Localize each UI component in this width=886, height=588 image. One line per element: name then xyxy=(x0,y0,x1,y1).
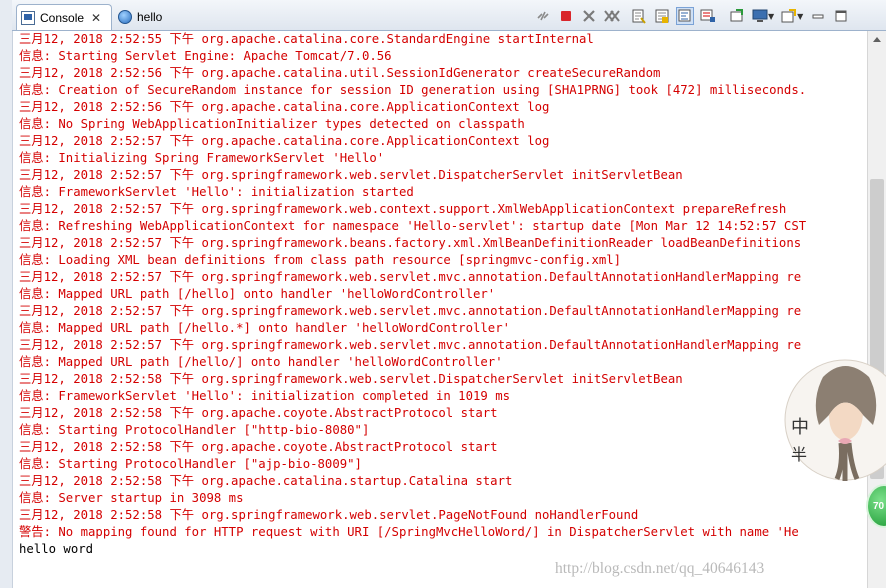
console-line: 三月12, 2018 2:52:58 下午 org.apache.coyote.… xyxy=(19,406,498,420)
console-line: 信息: Starting ProtocolHandler ["ajp-bio-8… xyxy=(19,457,362,471)
console-line: 三月12, 2018 2:52:56 下午 org.apache.catalin… xyxy=(19,66,661,80)
pin-console-icon[interactable] xyxy=(728,7,746,25)
globe-icon xyxy=(118,10,132,24)
console-line: 信息: Mapped URL path [/hello] onto handle… xyxy=(19,287,496,301)
console-line: 三月12, 2018 2:52:57 下午 org.springframewor… xyxy=(19,236,802,250)
console-line: 三月12, 2018 2:52:57 下午 org.apache.catalin… xyxy=(19,134,550,148)
view-tab-bar: Console ✕ hello ▼ ▼ xyxy=(12,0,886,31)
console-line: 信息: Starting Servlet Engine: Apache Tomc… xyxy=(19,49,392,63)
disconnect-icon[interactable] xyxy=(534,7,552,25)
console-line: 信息: Mapped URL path [/hello.*] onto hand… xyxy=(19,321,511,335)
console-line: 信息: Creation of SecureRandom instance fo… xyxy=(19,83,807,97)
close-icon[interactable]: ✕ xyxy=(91,12,101,24)
console-line: 三月12, 2018 2:52:57 下午 org.springframewor… xyxy=(19,304,802,318)
open-console-icon[interactable] xyxy=(780,7,798,25)
console-line: 信息: Refreshing WebApplicationContext for… xyxy=(19,219,807,233)
console-line: 信息: Loading XML bean definitions from cl… xyxy=(19,253,622,267)
tab-console[interactable]: Console ✕ xyxy=(16,4,112,30)
remove-all-terminated-icon[interactable] xyxy=(603,7,621,25)
console-icon xyxy=(21,10,35,25)
console-line: 信息: No Spring WebApplicationInitializer … xyxy=(19,117,525,131)
console-line: 信息: Starting ProtocolHandler ["http-bio-… xyxy=(19,423,370,437)
console-line: 三月12, 2018 2:52:58 下午 org.apache.catalin… xyxy=(19,474,513,488)
console-line: hello word xyxy=(19,542,94,556)
floating-avatar-widget[interactable]: 中 半 xyxy=(783,355,886,485)
avatar-text-ban: 半 xyxy=(791,445,808,464)
watermark-text: http://blog.csdn.net/qq_40646143 xyxy=(555,560,765,577)
console-line: 信息: FrameworkServlet 'Hello': initializa… xyxy=(19,389,511,403)
console-line: 三月12, 2018 2:52:57 下午 org.springframewor… xyxy=(19,270,802,284)
console-toolbar: ▼ ▼ xyxy=(534,6,855,26)
scroll-lock-icon[interactable] xyxy=(653,7,671,25)
word-wrap-icon[interactable] xyxy=(676,7,694,25)
remove-launch-icon[interactable] xyxy=(580,7,598,25)
console-output[interactable]: 三月12, 2018 2:52:55 下午 org.apache.catalin… xyxy=(12,31,867,588)
minimize-icon[interactable] xyxy=(809,7,827,25)
terminate-icon[interactable] xyxy=(557,7,575,25)
console-line: 三月12, 2018 2:52:58 下午 org.springframewor… xyxy=(19,372,683,386)
console-line: 信息: Server startup in 3098 ms xyxy=(19,491,244,505)
console-line: 警告: No mapping found for HTTP request wi… xyxy=(19,525,799,539)
console-line: 信息: Initializing Spring FrameworkServlet… xyxy=(19,151,385,165)
tab-hello-label: hello xyxy=(137,10,163,24)
console-line: 三月12, 2018 2:52:56 下午 org.apache.catalin… xyxy=(19,100,550,114)
console-line: 信息: FrameworkServlet 'Hello': initializa… xyxy=(19,185,414,199)
console-line: 三月12, 2018 2:52:55 下午 org.apache.catalin… xyxy=(19,32,594,46)
console-line: 三月12, 2018 2:52:57 下午 org.springframewor… xyxy=(19,338,802,352)
console-line: 三月12, 2018 2:52:58 下午 org.apache.coyote.… xyxy=(19,440,498,454)
tab-hello[interactable]: hello xyxy=(116,4,186,30)
maximize-icon[interactable] xyxy=(832,7,850,25)
badge-value: 70 xyxy=(873,500,885,512)
console-line: 信息: Mapped URL path [/hello/] onto handl… xyxy=(19,355,503,369)
scroll-up-arrow-icon[interactable] xyxy=(873,37,881,42)
console-line: 三月12, 2018 2:52:57 下午 org.springframewor… xyxy=(19,168,683,182)
clear-console-icon[interactable] xyxy=(630,7,648,25)
avatar-text-zhong: 中 xyxy=(791,417,809,438)
display-console-icon[interactable] xyxy=(751,7,769,25)
console-line: 三月12, 2018 2:52:58 下午 org.springframewor… xyxy=(19,508,639,522)
show-on-output-icon[interactable] xyxy=(699,7,717,25)
console-line: 三月12, 2018 2:52:57 下午 org.springframewor… xyxy=(19,202,787,216)
tab-console-label: Console xyxy=(40,10,85,25)
